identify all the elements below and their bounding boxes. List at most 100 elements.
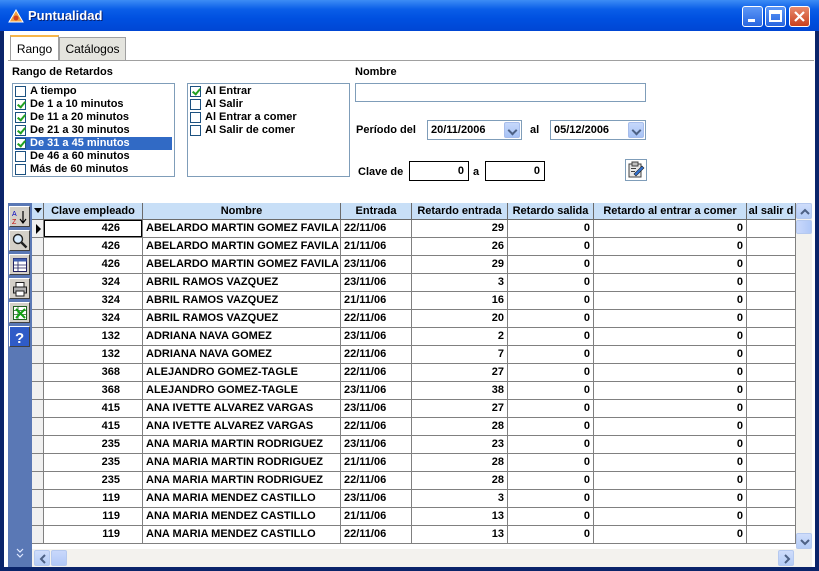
table-cell[interactable]: 0 [508, 256, 594, 274]
table-row[interactable]: 324 ABRIL RAMOS VAZQUEZ 22/11/06 20 0 0 [32, 310, 812, 328]
table-row[interactable]: 119 ANA MARIA MENDEZ CASTILLO 21/11/06 13 0 0 [32, 508, 812, 526]
table-cell[interactable] [747, 418, 796, 436]
table-row[interactable]: 426 ABELARDO MARTIN GOMEZ FAVILA 23/11/06 2… [32, 256, 812, 274]
table-cell[interactable]: 426 [44, 238, 143, 256]
table-cell[interactable]: 132 [44, 328, 143, 346]
nombre-input[interactable] [355, 83, 646, 102]
table-cell[interactable]: ANA IVETTE ALVAREZ VARGAS [143, 418, 341, 436]
column-header[interactable]: Nombre [143, 203, 341, 220]
table-cell[interactable]: 22/11/06 [341, 472, 412, 490]
apply-filter-button[interactable] [625, 159, 647, 181]
table-cell[interactable]: 28 [412, 418, 508, 436]
table-cell[interactable]: 22/11/06 [341, 526, 412, 544]
print-button[interactable] [9, 278, 30, 299]
scroll-left-button[interactable] [34, 550, 50, 566]
table-cell[interactable]: 27 [412, 364, 508, 382]
grid-corner[interactable] [32, 203, 44, 220]
table-cell[interactable]: 0 [508, 526, 594, 544]
table-cell[interactable]: ANA MARIA MENDEZ CASTILLO [143, 526, 341, 544]
rango-retardo-item[interactable]: De 1 a 10 minutos [15, 98, 172, 111]
table-cell[interactable] [747, 220, 796, 238]
table-cell[interactable]: ABRIL RAMOS VAZQUEZ [143, 292, 341, 310]
export-button[interactable] [9, 302, 30, 323]
checkbox[interactable] [190, 112, 201, 123]
table-cell[interactable]: 0 [594, 526, 747, 544]
table-cell[interactable]: 3 [412, 490, 508, 508]
row-header[interactable] [32, 454, 44, 472]
column-header[interactable]: Retardo entrada [412, 203, 508, 220]
table-cell[interactable] [747, 256, 796, 274]
table-row[interactable]: 132 ADRIANA NAVA GOMEZ 22/11/06 7 0 0 [32, 346, 812, 364]
table-cell[interactable]: 22/11/06 [341, 418, 412, 436]
column-header[interactable]: al salir d [747, 203, 796, 220]
table-cell[interactable]: 235 [44, 436, 143, 454]
table-row[interactable]: 368 ALEJANDRO GOMEZ-TAGLE 22/11/06 27 0 0 [32, 364, 812, 382]
tab-catalogos[interactable]: Catálogos [59, 37, 126, 61]
table-cell[interactable] [747, 346, 796, 364]
row-header[interactable] [32, 328, 44, 346]
table-cell[interactable] [747, 400, 796, 418]
table-cell[interactable]: 3 [412, 274, 508, 292]
table-cell[interactable]: ANA MARIA MARTIN RODRIGUEZ [143, 436, 341, 454]
close-button[interactable] [789, 6, 810, 27]
table-cell[interactable]: 22/11/06 [341, 310, 412, 328]
table-cell[interactable]: 426 [44, 220, 143, 238]
table-cell[interactable] [747, 508, 796, 526]
table-cell[interactable] [747, 310, 796, 328]
scroll-down-button[interactable] [796, 533, 812, 549]
table-cell[interactable]: ANA IVETTE ALVAREZ VARGAS [143, 400, 341, 418]
table-cell[interactable] [747, 454, 796, 472]
checkbox[interactable] [15, 151, 26, 162]
table-cell[interactable]: 13 [412, 526, 508, 544]
table-cell[interactable]: ABELARDO MARTIN GOMEZ FAVILA [143, 238, 341, 256]
clave-from-input[interactable]: 0 [409, 161, 469, 181]
table-row[interactable]: 119 ANA MARIA MENDEZ CASTILLO 22/11/06 13 0 0 [32, 526, 812, 544]
table-cell[interactable]: ABRIL RAMOS VAZQUEZ [143, 310, 341, 328]
row-header[interactable] [32, 490, 44, 508]
row-header[interactable] [32, 238, 44, 256]
table-cell[interactable]: ABELARDO MARTIN GOMEZ FAVILA [143, 220, 341, 238]
rango-retardo-item[interactable]: De 31 a 45 minutos [15, 137, 172, 150]
table-cell[interactable]: ADRIANA NAVA GOMEZ [143, 328, 341, 346]
table-cell[interactable]: 132 [44, 346, 143, 364]
table-cell[interactable]: 119 [44, 526, 143, 544]
table-cell[interactable]: 0 [508, 418, 594, 436]
results-grid[interactable]: Clave empleado Nombre Entrada Retardo entra… [32, 203, 812, 567]
table-cell[interactable]: 0 [594, 400, 747, 418]
table-cell[interactable]: 0 [508, 274, 594, 292]
row-header[interactable] [32, 436, 44, 454]
table-cell[interactable]: 22/11/06 [341, 346, 412, 364]
table-cell[interactable] [747, 328, 796, 346]
table-cell[interactable]: 0 [508, 220, 594, 238]
row-header[interactable] [32, 418, 44, 436]
rango-retardo-item[interactable]: De 46 a 60 minutos [15, 150, 172, 163]
table-cell[interactable]: 0 [508, 436, 594, 454]
row-header[interactable] [32, 310, 44, 328]
sort-button[interactable]: A Z [9, 206, 30, 227]
rango-retardo-item[interactable]: De 11 a 20 minutos [15, 111, 172, 124]
table-cell[interactable]: 26 [412, 238, 508, 256]
table-cell[interactable]: ANA MARIA MARTIN RODRIGUEZ [143, 472, 341, 490]
row-header[interactable] [32, 274, 44, 292]
table-cell[interactable]: 28 [412, 472, 508, 490]
row-header[interactable] [32, 526, 44, 544]
rango-retardos-list[interactable]: A tiempo De 1 a 10 minutos De 11 a 20 minu… [12, 83, 175, 177]
tipo-checada-item[interactable]: Al Entrar [190, 85, 347, 98]
table-cell[interactable]: 21/11/06 [341, 508, 412, 526]
table-cell[interactable]: ABELARDO MARTIN GOMEZ FAVILA [143, 256, 341, 274]
table-cell[interactable]: 38 [412, 382, 508, 400]
checkbox[interactable] [190, 86, 201, 97]
checkbox[interactable] [15, 164, 26, 175]
table-cell[interactable]: 0 [594, 382, 747, 400]
row-header[interactable] [32, 508, 44, 526]
table-cell[interactable]: 23/11/06 [341, 274, 412, 292]
table-cell[interactable] [747, 364, 796, 382]
table-cell[interactable]: 0 [594, 454, 747, 472]
row-header[interactable] [32, 292, 44, 310]
table-cell[interactable] [747, 436, 796, 454]
table-row[interactable]: 324 ABRIL RAMOS VAZQUEZ 21/11/06 16 0 0 [32, 292, 812, 310]
row-header[interactable] [32, 346, 44, 364]
horizontal-scrollbar[interactable] [32, 549, 796, 567]
table-cell[interactable]: 0 [594, 310, 747, 328]
table-view-button[interactable] [9, 254, 30, 275]
